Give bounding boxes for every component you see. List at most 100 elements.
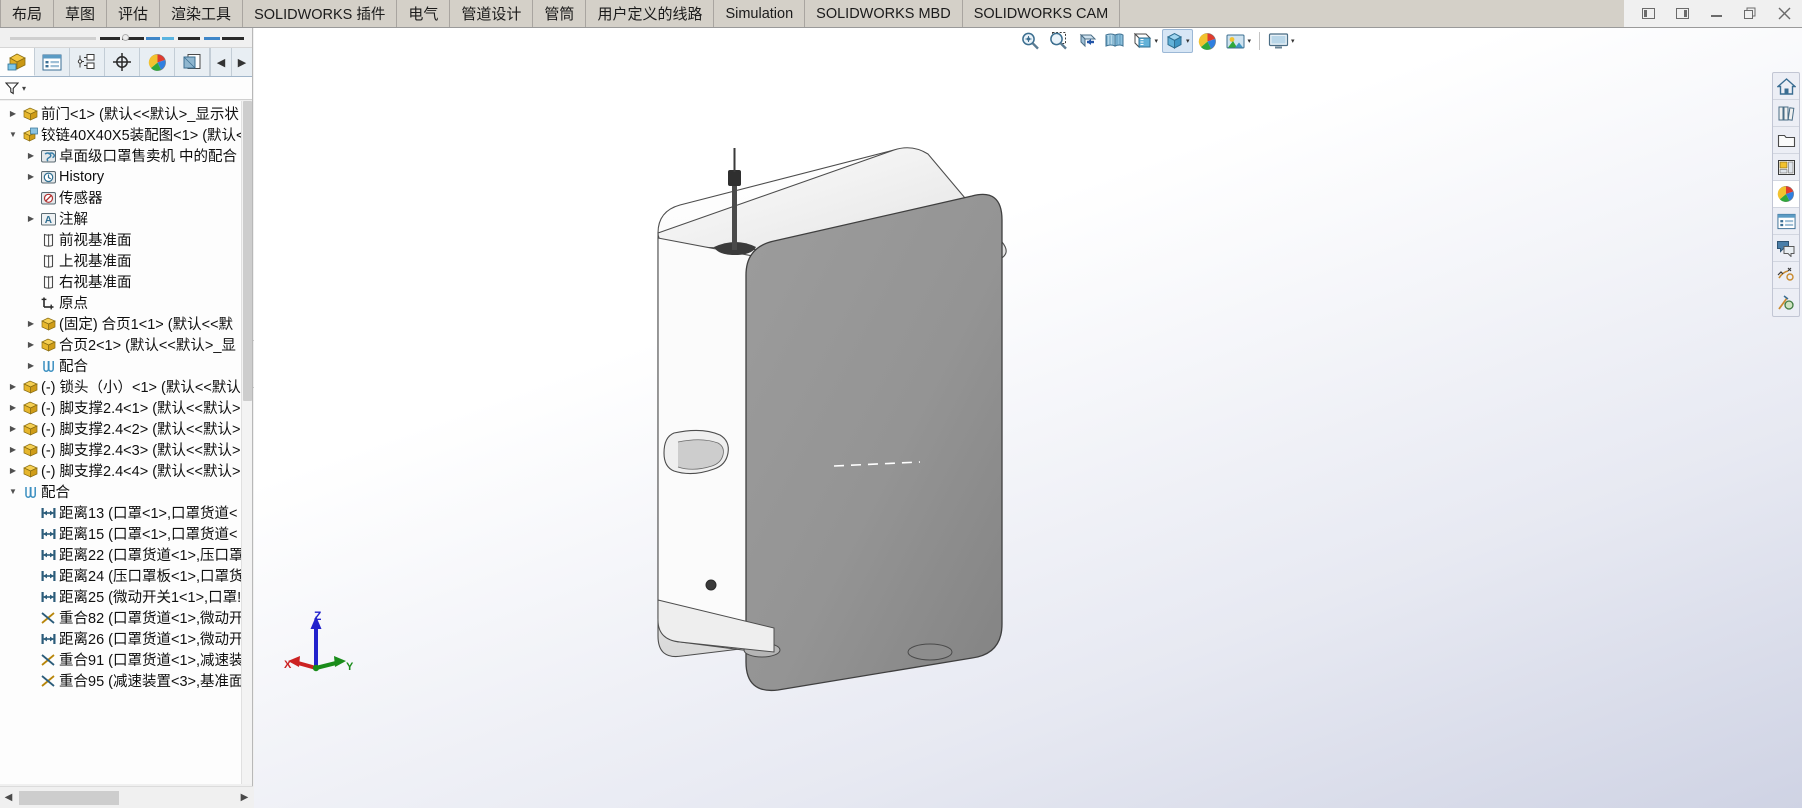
ribbon-tab-11[interactable]: SOLIDWORKS CAM <box>962 0 1121 27</box>
tree-row[interactable]: ▶ (固定) 合页1<1> (默认<<默 <box>0 313 252 334</box>
restore-right-icon[interactable] <box>1672 4 1692 24</box>
hscroll-left-label: ◀ <box>4 792 13 803</box>
tree-row[interactable]: 重合95 (减速装置<3>,基准面 <box>0 670 252 691</box>
tree-row[interactable]: 上视基准面 <box>0 250 252 271</box>
search-tools-icon[interactable] <box>1773 289 1799 316</box>
chevron-right-icon[interactable]: ▶ <box>6 466 20 475</box>
manager-tab-prev-button[interactable]: ◀ <box>210 48 231 76</box>
tree-row[interactable]: ▶ (-) 脚支撑2.4<4> (默认<<默认> <box>0 460 252 481</box>
hscroll-right-label: ▶ <box>240 792 249 803</box>
chevron-right-icon[interactable]: ▶ <box>24 172 38 181</box>
hscroll-right-button[interactable]: ▶ <box>236 788 253 808</box>
tree-row[interactable]: ▼ 铰链40X40X5装配图<1> (默认< <box>0 124 252 145</box>
close-icon[interactable] <box>1774 4 1794 24</box>
ribbon-tab-5[interactable]: 电气 <box>397 0 451 27</box>
chevron-right-icon[interactable]: ▶ <box>6 424 20 433</box>
tree-row[interactable]: ▶ (-) 脚支撑2.4<2> (默认<<默认> <box>0 418 252 439</box>
chevron-down-icon[interactable]: ▾ <box>22 84 26 93</box>
tree-row-label: 配合 <box>59 359 88 375</box>
lock-indicator[interactable] <box>705 579 717 591</box>
tree-row-label: 重合82 (口罩货道<1>,微动开 <box>59 611 244 627</box>
chevron-down-icon[interactable]: ▼ <box>6 487 20 496</box>
tree-row-label: 右视基准面 <box>59 275 132 291</box>
ribbon-tab-label: Simulation <box>725 5 794 22</box>
dimxpert-manager-tab[interactable] <box>105 48 140 76</box>
solidworks-forum-icon[interactable] <box>1773 235 1799 262</box>
tree-row[interactable]: 距离13 (口罩<1>,口罩货道< <box>0 502 252 523</box>
chevron-right-icon[interactable]: ▶ <box>6 109 20 118</box>
view-palette-icon[interactable] <box>1773 154 1799 181</box>
tree-row[interactable]: 距离22 (口罩货道<1>,压口罩 <box>0 544 252 565</box>
tree-row[interactable]: 距离26 (口罩货道<1>,微动开 <box>0 628 252 649</box>
chevron-right-icon[interactable]: ▶ <box>6 382 20 391</box>
custom-properties-icon[interactable] <box>1773 208 1799 235</box>
chevron-right-icon[interactable]: ▶ <box>24 151 38 160</box>
tree-row[interactable]: ▶ 卓面级口罩售卖机 中的配合 <box>0 145 252 166</box>
tree-filter-bar[interactable]: ▾ <box>0 77 252 100</box>
file-explorer-icon[interactable] <box>1773 127 1799 154</box>
tree-row[interactable]: 距离25 (微动开关1<1>,口罩! <box>0 586 252 607</box>
hscroll-thumb[interactable] <box>19 790 119 805</box>
chevron-right-icon[interactable]: ▶ <box>24 340 38 349</box>
tree-horizontal-scrollbar[interactable]: ◀ ▶ <box>0 786 253 808</box>
ribbon-tab-4[interactable]: SOLIDWORKS 插件 <box>243 0 398 27</box>
feature-manager-tab[interactable] <box>0 48 35 76</box>
tree-row[interactable]: 重合91 (口罩货道<1>,减速装 <box>0 649 252 670</box>
graphics-viewport[interactable]: ▾ ▾ ▾ ▾ Z X Y <box>254 28 1802 808</box>
tree-row[interactable]: ▶ (-) 脚支撑2.4<1> (默认<<默认> <box>0 397 252 418</box>
tree-row[interactable]: 重合82 (口罩货道<1>,微动开 <box>0 607 252 628</box>
display-manager-tab[interactable] <box>140 48 175 76</box>
manager-tab-next-button[interactable]: ▶ <box>231 48 252 76</box>
ribbon-tab-10[interactable]: SOLIDWORKS MBD <box>805 0 963 27</box>
tree-row[interactable]: 传感器 <box>0 187 252 208</box>
ribbon-tab-7[interactable]: 管筒 <box>533 0 587 27</box>
chevron-right-icon[interactable]: ▶ <box>24 361 38 370</box>
chevron-right-icon[interactable]: ▶ <box>24 214 38 223</box>
ribbon-tab-3[interactable]: 渲染工具 <box>160 0 244 27</box>
tree-vertical-scrollbar[interactable] <box>241 101 252 784</box>
addins-tab[interactable] <box>175 48 210 76</box>
ribbon-tab-1[interactable]: 草图 <box>54 0 108 27</box>
tree-scroll-thumb[interactable] <box>243 101 252 401</box>
ribbon-tab-2[interactable]: 评估 <box>107 0 161 27</box>
tree-row[interactable]: ▶ History <box>0 166 252 187</box>
tree-row[interactable]: ▶ (-) 锁头（小）<1> (默认<<默认 <box>0 376 252 397</box>
chevron-right-icon[interactable]: ▶ <box>24 319 38 328</box>
minimize-icon[interactable] <box>1706 4 1726 24</box>
machine-front-door[interactable] <box>745 193 1003 692</box>
tree-row[interactable]: 距离15 (口罩<1>,口罩货道< <box>0 523 252 544</box>
chevron-right-icon[interactable]: ▶ <box>6 403 20 412</box>
ribbon-tab-8[interactable]: 用户定义的线路 <box>586 0 715 27</box>
tree-row[interactable]: 距离24 (压口罩板<1>,口罩货 <box>0 565 252 586</box>
tree-row[interactable]: 前视基准面 <box>0 229 252 250</box>
tree-row[interactable]: ▶ (-) 脚支撑2.4<3> (默认<<默认> <box>0 439 252 460</box>
feature-tree[interactable]: ▶ 前门<1> (默认<<默认>_显示状 ▼ 铰链40X40X5装配图<1> (默… <box>0 101 252 784</box>
tree-row[interactable]: ▶ A 注解 <box>0 208 252 229</box>
vending-machine-model[interactable] <box>254 28 1802 808</box>
tree-row[interactable]: 右视基准面 <box>0 271 252 292</box>
tree-row[interactable]: 原点 <box>0 292 252 313</box>
property-manager-tab[interactable] <box>35 48 70 76</box>
chevron-right-icon[interactable]: ▶ <box>6 445 20 454</box>
coincident-icon <box>38 652 59 668</box>
chevron-down-icon[interactable]: ▼ <box>6 130 20 139</box>
appearances-scenes-icon[interactable] <box>1773 181 1799 208</box>
configuration-manager-tab[interactable] <box>70 48 105 76</box>
restore-left-icon[interactable] <box>1638 4 1658 24</box>
ribbon-tab-6[interactable]: 管道设计 <box>450 0 534 27</box>
home-icon[interactable] <box>1773 73 1799 100</box>
panel-pin-dot[interactable] <box>122 34 129 41</box>
ribbon-tab-9[interactable]: Simulation <box>714 0 806 27</box>
part-icon <box>38 316 59 332</box>
hscroll-left-button[interactable]: ◀ <box>0 788 17 808</box>
tree-row[interactable]: ▶ 前门<1> (默认<<默认>_显示状 <box>0 103 252 124</box>
tree-row[interactable]: ▶ 合页2<1> (默认<<默认>_显 <box>0 334 252 355</box>
restore-icon[interactable] <box>1740 4 1760 24</box>
ribbon-tab-0[interactable]: 布局 <box>0 0 55 27</box>
tree-row[interactable]: ▼ 配合 <box>0 481 252 502</box>
tree-row[interactable]: ▶ 配合 <box>0 355 252 376</box>
tree-row-label: 铰链40X40X5装配图<1> (默认< <box>41 128 245 144</box>
drawing-views-icon[interactable] <box>1773 262 1799 289</box>
design-library-icon[interactable] <box>1773 100 1799 127</box>
hscroll-track[interactable] <box>17 790 236 805</box>
